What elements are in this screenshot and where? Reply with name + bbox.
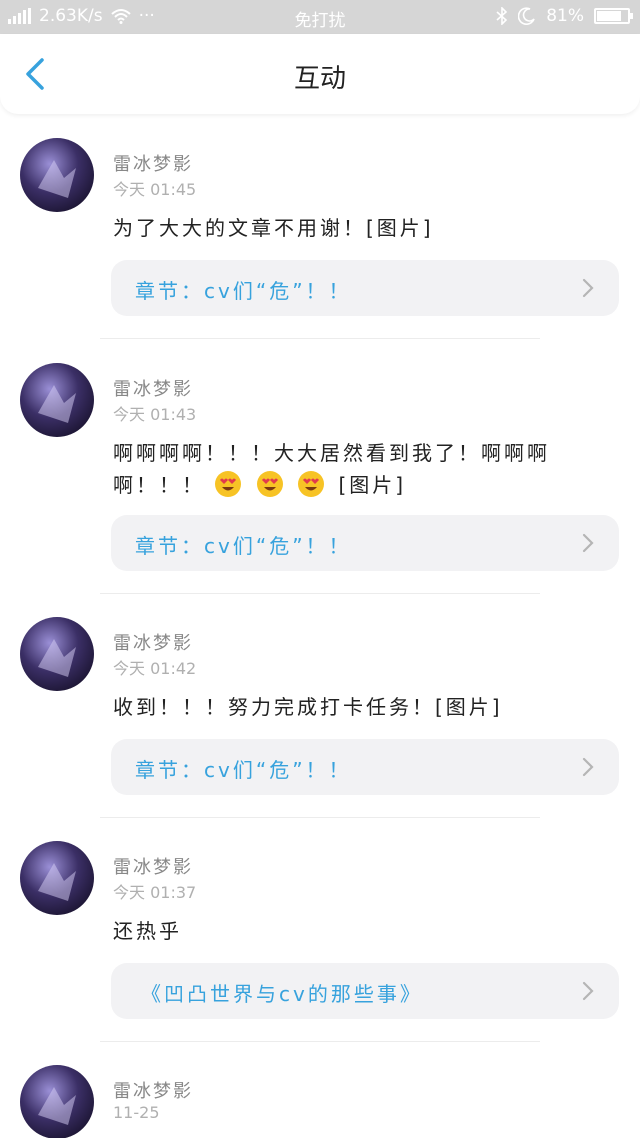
timestamp: 今天 01:37	[113, 883, 197, 902]
user-name[interactable]: 雷冰梦影	[113, 150, 193, 176]
divider	[100, 817, 540, 818]
comment-text: 啊啊啊啊！！！大大居然看到我了！啊啊啊啊！！！ [图片]	[113, 437, 613, 501]
chapter-link[interactable]: 章节：cv们“危”！！	[111, 515, 619, 571]
user-name[interactable]: 雷冰梦影	[113, 629, 193, 655]
chapter-link[interactable]: 章节：cv们“危”！！	[111, 739, 619, 795]
timestamp: 今天 01:42	[113, 659, 197, 678]
user-name[interactable]: 雷冰梦影	[113, 1077, 193, 1103]
battery-percent: 81%	[546, 6, 584, 26]
divider	[100, 1041, 540, 1042]
moon-icon	[518, 7, 535, 25]
book-title: 《凹凸世界与cv的那些事》	[141, 982, 423, 1006]
avatar[interactable]	[20, 1065, 94, 1138]
user-name[interactable]: 雷冰梦影	[113, 853, 193, 879]
chevron-right-icon	[582, 278, 594, 298]
comment-text-main: 啊啊啊啊！！！大大居然看到我了！啊啊啊啊！！！	[113, 441, 550, 497]
timestamp: 11-25	[113, 1103, 160, 1122]
title-bar: 互动	[0, 34, 640, 114]
timestamp: 今天 01:45	[113, 180, 197, 199]
book-link[interactable]: 《凹凸世界与cv的那些事》	[111, 963, 619, 1019]
chapter-link[interactable]: 章节：cv们“危”！！	[111, 260, 619, 316]
chapter-label: 章节：cv们“危”！！	[135, 758, 352, 782]
comment-text-suffix: [图片]	[338, 473, 407, 497]
battery-icon	[594, 8, 633, 24]
comment-text: 收到！！！努力完成打卡任务！[图片]	[113, 695, 503, 719]
chapter-label: 章节：cv们“危”！！	[135, 279, 352, 303]
divider	[100, 338, 540, 339]
user-name[interactable]: 雷冰梦影	[113, 375, 193, 401]
heart-eyes-emoji-icon	[215, 471, 242, 497]
avatar[interactable]	[20, 617, 94, 691]
heart-eyes-emoji-icon	[256, 471, 283, 497]
avatar[interactable]	[20, 363, 94, 437]
chevron-right-icon	[582, 757, 594, 777]
bluetooth-icon	[496, 7, 508, 25]
chapter-label: 章节：cv们“危”！！	[135, 534, 352, 558]
divider	[100, 593, 540, 594]
status-bar: 2.63K/s ··· 免打扰 81%	[0, 0, 640, 34]
comment-text: 还热乎	[113, 919, 182, 943]
status-right: 81%	[496, 6, 633, 26]
page-title: 互动	[293, 64, 346, 94]
chevron-right-icon	[582, 981, 594, 1001]
chevron-right-icon	[582, 533, 594, 553]
heart-eyes-emoji-icon	[298, 471, 325, 497]
avatar[interactable]	[20, 138, 94, 212]
avatar[interactable]	[20, 841, 94, 915]
comment-text: 为了大大的文章不用谢！[图片]	[113, 216, 434, 240]
timestamp: 今天 01:43	[113, 405, 197, 424]
